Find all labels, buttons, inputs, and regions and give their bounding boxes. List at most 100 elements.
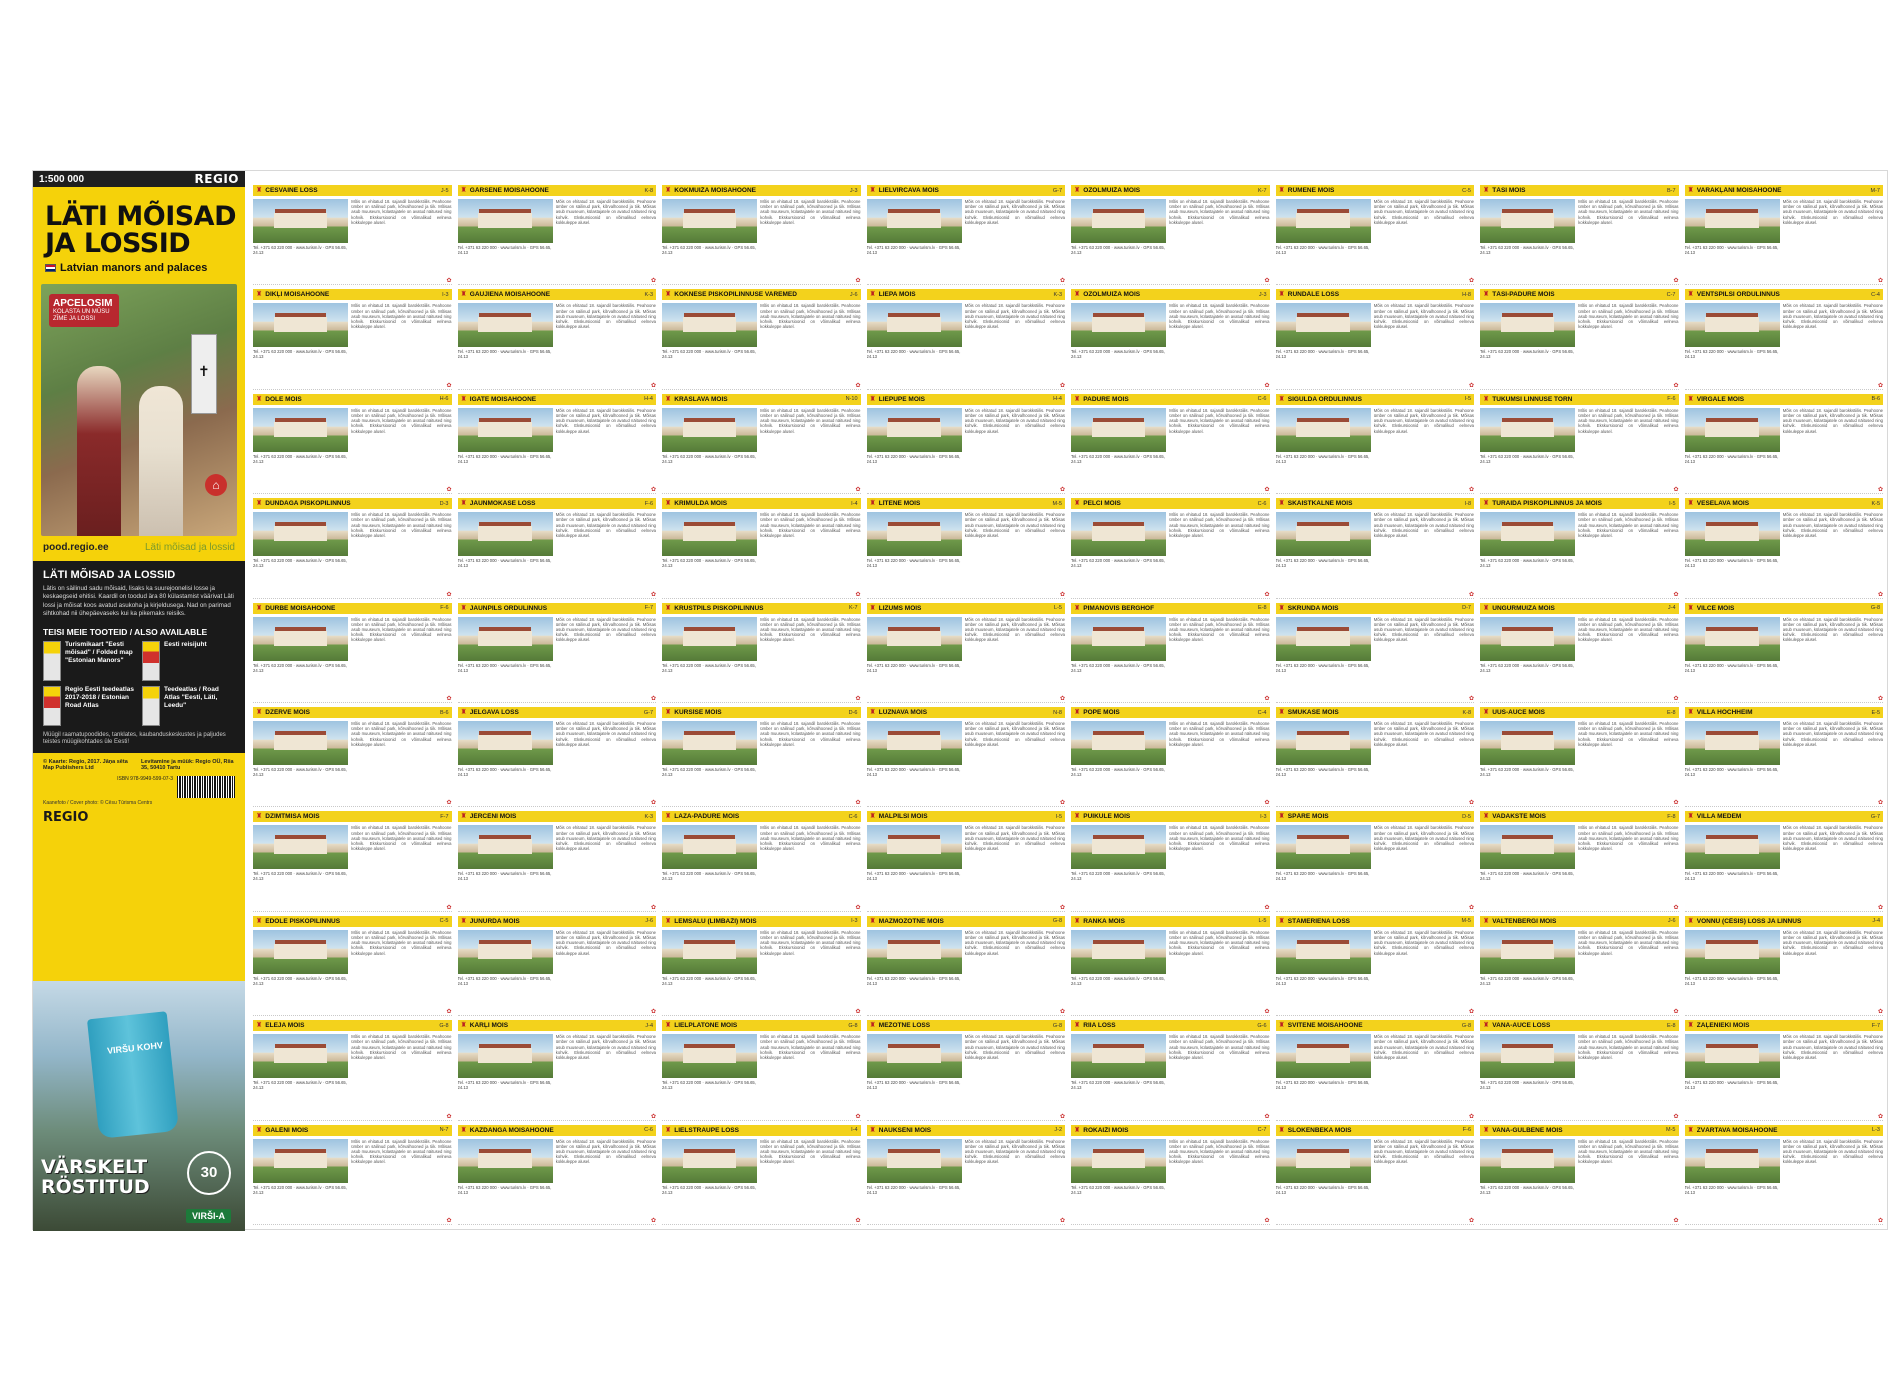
manor-entry: ♜ VĪRGALE MÕIS B-6 Tel. +371 63 220 000 · w… xyxy=(1684,393,1883,495)
entry-name: JĒRCĒNI MÕIS xyxy=(469,813,517,821)
entry-name: TĀŠI MÕIS xyxy=(1492,187,1526,194)
entry-header: ♜ ZAĻENIEKI MÕIS F-7 xyxy=(1684,1020,1883,1032)
entry-map-coordinate: E-5 xyxy=(1871,709,1880,716)
entry-description: Mõis on ehitatud 18. sajandil barokkstii… xyxy=(555,721,656,747)
entry-header: ♜ VESELAVA MÕIS K-5 xyxy=(1684,498,1883,510)
entry-name: VESELAVA MÕIS xyxy=(1696,500,1750,508)
entry-body: Tel. +371 63 220 000 · www.turism.lv · G… xyxy=(1480,927,1679,1015)
entry-left-column: Tel. +371 63 220 000 · www.turism.lv · G… xyxy=(1480,1034,1576,1119)
entry-body: Tel. +371 63 220 000 · www.turism.lv · G… xyxy=(1480,509,1679,597)
entry-header: ♜ ZVĀRTAVA MÕISAHOONE L-3 xyxy=(1684,1124,1883,1136)
entry-left-column: Tel. +371 63 220 000 · www.turism.lv · G… xyxy=(1071,929,1167,1015)
entry-photo xyxy=(866,1138,962,1183)
entry-contact-info: Tel. +371 63 220 000 · www.turism.lv · G… xyxy=(1684,349,1779,360)
entry-map-coordinate: M-5 xyxy=(1052,500,1062,507)
entry-photo xyxy=(866,929,962,974)
manor-entry: ♜ KOKNESE PISKOPILINNUSE VAREMED J-6 Tel. +… xyxy=(662,289,861,390)
entry-contact-info: Tel. +371 63 220 000 · www.turism.lv · G… xyxy=(1684,767,1779,777)
cover-photo: APCELOSIM KOLASTA UN MŪSU ZĪME JA LOSSI … xyxy=(41,284,237,536)
manor-entry: ♜ SKRUNDA MÕIS D-7 Tel. +371 63 220 000 · w… xyxy=(1275,602,1474,703)
stamp-icon: ✿ xyxy=(855,591,861,598)
entry-photo xyxy=(1684,199,1780,243)
castle-icon: ♜ xyxy=(1687,1126,1694,1134)
entry-body: Tel. +371 63 220 000 · www.turism.lv · G… xyxy=(662,927,861,1015)
entry-header: ♜ RANKA MÕIS L-5 xyxy=(1071,915,1270,927)
castle-icon: ♜ xyxy=(1278,500,1285,508)
entry-name: IGATE MÕISAHOONE xyxy=(469,395,537,403)
castle-icon: ♜ xyxy=(460,604,467,612)
entry-body: Tel. +371 63 220 000 · www.turism.lv · G… xyxy=(1071,509,1270,597)
entry-map-coordinate: F-7 xyxy=(644,605,653,612)
entry-map-coordinate: M-5 xyxy=(1461,918,1471,925)
manor-entry: ♜ MAZMOZOTNE MÕIS G-8 Tel. +371 63 220 000 … xyxy=(866,915,1065,1017)
manor-entry: ♜ ZVĀRTAVA MÕISAHOONE L-3 Tel. +371 63 220 … xyxy=(1684,1124,1883,1225)
castle-icon: ♜ xyxy=(1278,604,1285,612)
entry-photo xyxy=(457,407,553,452)
entry-left-column: Tel. +371 63 220 000 · www.turism.lv · G… xyxy=(457,929,553,1015)
entry-contact-info: Tel. +371 63 220 000 · www.turism.lv · G… xyxy=(1480,662,1574,673)
entry-photo xyxy=(1071,199,1167,243)
castle-icon: ♜ xyxy=(869,500,876,508)
manor-entry: ♜ UNGURMUIŽA MÕIS J-4 Tel. +371 63 220 000 … xyxy=(1480,602,1679,703)
castle-icon: ♜ xyxy=(665,604,672,612)
manor-entry: ♜ GAUJIENA MÕISAHOONE K-3 Tel. +371 63 220 … xyxy=(457,289,656,390)
stamp-icon: ✿ xyxy=(1673,1218,1679,1224)
manor-entry: ♜ ELEJA MÕIS G-8 Tel. +371 63 220 000 · www… xyxy=(253,1020,452,1121)
shop-link[interactable]: pood.regio.ee xyxy=(43,542,109,553)
entry-body: Tel. +371 63 220 000 · www.turism.lv · G… xyxy=(662,300,861,388)
castle-icon: ♜ xyxy=(1687,917,1694,925)
entry-map-coordinate: C-7 xyxy=(1257,1127,1267,1134)
entry-contact-info: Tel. +371 63 220 000 · www.turism.lv · G… xyxy=(253,558,347,569)
stamp-icon: ✿ xyxy=(1059,800,1065,807)
castle-icon: ♜ xyxy=(869,395,876,403)
entry-description: Mõis on ehitatud 18. sajandil barokkstii… xyxy=(1782,512,1883,538)
castle-icon: ♜ xyxy=(256,709,263,716)
entry-map-coordinate: N-7 xyxy=(439,1127,449,1134)
entry-body: Tel. +371 63 220 000 · www.turism.lv · G… xyxy=(866,405,1065,493)
entry-header: ♜ SMUKASE MÕIS K-8 xyxy=(1275,707,1474,718)
entry-description: Mõis on ehitatud 18. sajandil barokkstii… xyxy=(1373,512,1474,538)
entry-photo xyxy=(1684,929,1780,974)
entry-name: SVITENE MÕISAHOONE xyxy=(1287,1022,1363,1030)
entry-description: Mõis on ehitatud 18. sajandil barokkstii… xyxy=(1169,303,1270,330)
stamp-icon: ✿ xyxy=(855,1009,861,1016)
entry-map-coordinate: H-8 xyxy=(1462,291,1471,298)
castle-icon: ♜ xyxy=(1278,1126,1285,1134)
entry-left-column: Tel. +371 63 220 000 · www.turism.lv · G… xyxy=(457,721,553,806)
castle-icon: ♜ xyxy=(1687,813,1694,821)
castle-icon: ♜ xyxy=(1687,709,1694,716)
castle-icon: ♜ xyxy=(1074,395,1081,403)
entry-left-column: Tel. +371 63 220 000 · www.turism.lv · G… xyxy=(866,407,962,493)
entry-map-coordinate: F-8 xyxy=(1667,813,1676,820)
entry-photo xyxy=(457,199,553,243)
entry-header: ♜ VANA-GULBENE MÕIS M-5 xyxy=(1480,1124,1679,1136)
entry-body: Tel. +371 63 220 000 · www.turism.lv · G… xyxy=(1275,1031,1474,1119)
stamp-icon: ✿ xyxy=(446,904,452,911)
entry-header: ♜ SVITENE MÕISAHOONE G-8 xyxy=(1275,1020,1474,1032)
entry-left-column: Tel. +371 63 220 000 · www.turism.lv · G… xyxy=(253,929,349,1015)
entry-body: Tel. +371 63 220 000 · www.turism.lv · G… xyxy=(457,509,656,597)
entry-contact-info: Tel. +371 63 220 000 · www.turism.lv · G… xyxy=(1275,662,1370,673)
entry-header: ♜ CESVAINE LOSS J-5 xyxy=(253,185,452,196)
entry-name: CESVAINE LOSS xyxy=(265,187,318,194)
entry-map-coordinate: E-8 xyxy=(1257,605,1267,612)
stamp-icon: ✿ xyxy=(1059,487,1065,494)
castle-icon: ♜ xyxy=(460,1126,467,1134)
entry-name: DZĒRVE MÕIS xyxy=(265,709,310,716)
stamp-icon: ✿ xyxy=(855,382,861,389)
castle-icon: ♜ xyxy=(869,1126,876,1134)
entry-header: ♜ ĒDOLE PISKOPILINNUS C-5 xyxy=(253,915,452,927)
entry-contact-info: Tel. +371 63 220 000 · www.turism.lv · G… xyxy=(662,975,756,986)
entry-description: Mõis on ehitatud 18. sajandil barokkstii… xyxy=(1169,1034,1270,1060)
manor-entry: ♜ TĀŠI-PADURE MÕIS C-7 Tel. +371 63 220 000… xyxy=(1480,289,1679,390)
castle-icon: ♜ xyxy=(665,1126,672,1134)
entry-map-coordinate: N-8 xyxy=(1053,709,1062,716)
entry-contact-info: Tel. +371 63 220 000 · www.turism.lv · G… xyxy=(457,871,552,882)
entry-description: Mõis on ehitatud 18. sajandil barokkstii… xyxy=(1578,512,1679,538)
entry-name: LIEPA MÕIS xyxy=(878,291,916,299)
castle-icon: ♜ xyxy=(460,187,467,194)
entry-contact-info: Tel. +371 63 220 000 · www.turism.lv · G… xyxy=(662,453,756,464)
manor-entry: ♜ JAUNPILS ORDULINNUS F-7 Tel. +371 63 220 … xyxy=(457,602,656,703)
castle-icon: ♜ xyxy=(1483,1022,1490,1030)
entry-left-column: Tel. +371 63 220 000 · www.turism.lv · G… xyxy=(1275,303,1371,388)
